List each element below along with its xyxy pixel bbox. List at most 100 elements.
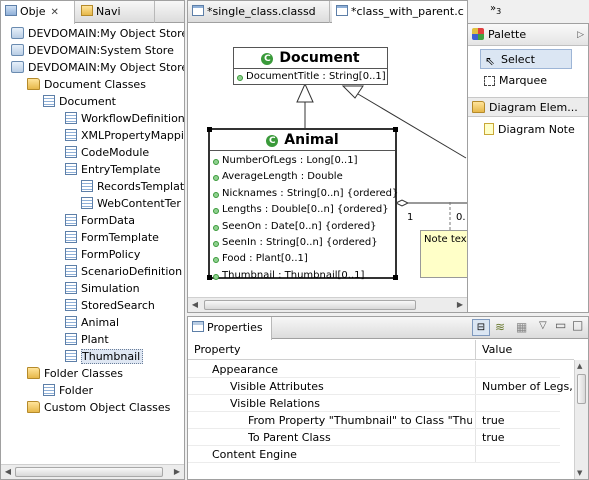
selection-handle[interactable] [393,275,398,280]
class-icon [65,129,77,141]
property-row[interactable]: To Parent Class true [188,429,574,446]
scroll-left-icon[interactable]: ◀ [190,300,200,310]
tree-item-label: CodeModule [81,146,150,159]
uml-class-document[interactable]: C Document DocumentTitle : String[0..1] [233,47,388,85]
tree-item[interactable]: Custom Object Classes [27,399,170,416]
tree-item[interactable]: Simulation [65,280,140,297]
column-divider[interactable] [475,340,476,360]
property-row[interactable]: Visible Attributes Number of Legs, A [188,378,574,395]
property-row[interactable]: From Property "Thumbnail" to Class "Thum… [188,412,574,429]
class-attribute[interactable]: Nicknames : String[0..n] {ordered} [210,186,398,202]
tab-single-class[interactable]: *single_class.classd [188,1,330,23]
minimize-icon[interactable]: ▭ [555,318,566,332]
editor-tabbar: *single_class.classd *class_with_parent.… [188,1,467,24]
selection-handle[interactable] [393,127,398,132]
class-attribute[interactable]: Lengths : Double[0..n] {ordered} [210,202,395,218]
tree-item[interactable]: WebContentTer [81,195,181,212]
property-value: Number of Legs, A [482,380,574,393]
scroll-down-icon[interactable]: ▼ [577,469,582,477]
left-tabbar: Obje ✕ Navi [1,1,184,24]
tab-class-with-parent[interactable]: *class_with_parent.c [332,1,467,24]
tree-item[interactable]: Thumbnail [65,348,144,365]
class-icon [65,231,77,243]
class-attribute[interactable]: Food : Plant[0..1] [210,251,395,267]
tree-item[interactable]: Animal [65,314,119,331]
tree-item[interactable]: DEVDOMAIN:My Object Store [11,59,184,76]
maximize-icon[interactable]: □ [572,318,583,332]
palette-drawer-header[interactable]: Diagram Elem... [468,97,588,117]
filter-icon[interactable]: ≋ [495,320,505,334]
property-row[interactable]: Content Engine [188,446,574,463]
tree-item-label: WorkflowDefinition [81,112,185,125]
class-header: C Document [234,48,387,69]
tree-item[interactable]: ScenarioDefinition [65,263,182,280]
tab-object-stores[interactable]: Obje ✕ [1,1,75,24]
class-attribute[interactable]: SeenIn : String[0..n] {ordered} [210,235,395,251]
property-name: Appearance [212,363,279,376]
tab-navigator[interactable]: Navi [77,1,155,23]
tree-horizontal-scrollbar[interactable]: ◀ ▶ [1,464,184,479]
class-attribute[interactable]: Thumbnail : Thumbnail[0..1] [210,268,395,284]
tree-item[interactable]: Folder Classes [27,365,123,382]
tree-item[interactable]: DEVDOMAIN:My Object Store [11,25,184,42]
tab-object-stores-label: Obje [20,5,46,18]
selection-handle[interactable] [207,275,212,280]
class-attribute[interactable]: AverageLength : Double [210,169,395,185]
multiplicity-label: 1 [407,212,414,223]
tree-item[interactable]: WorkflowDefinition [65,110,185,127]
close-icon[interactable]: ✕ [50,7,58,18]
tree-item[interactable]: EntryTemplate [65,161,160,178]
class-attribute[interactable]: DocumentTitle : String[0..1] [234,69,387,85]
column-header-value[interactable]: Value [482,343,512,356]
categories-toggle-icon[interactable]: ⊟ [472,319,490,336]
palette-header[interactable]: Palette ▷ [468,24,588,46]
row-divider [188,462,560,463]
scroll-right-icon[interactable]: ▶ [172,467,182,477]
diagram-note[interactable]: Note tex [420,230,467,278]
overflow-count: 3 [496,7,502,16]
tree-item[interactable]: FormData [65,212,135,229]
diagram-canvas[interactable]: C Document DocumentTitle : String[0..1] C… [188,24,467,297]
tree-item[interactable]: FormTemplate [65,229,159,246]
scroll-up-icon[interactable]: ▲ [577,362,582,370]
tab-overflow[interactable]: »3 [490,3,501,16]
tree-item[interactable]: Folder [43,382,93,399]
palette-tools: ⇖ Select Marquee [468,49,588,93]
tree-item[interactable]: FormPolicy [65,246,140,263]
property-row[interactable]: Appearance [188,361,574,378]
class-name: Animal [284,132,339,148]
tree-item[interactable]: RecordsTemplat [81,178,184,195]
tree-item[interactable]: XMLPropertyMappi [65,127,184,144]
selection-handle[interactable] [207,127,212,132]
palette-tool-marquee[interactable]: Marquee [468,71,588,91]
view-menu-icon[interactable]: ▽ [539,320,547,331]
folder-icon [472,101,485,113]
palette-tool-select[interactable]: ⇖ Select [480,49,572,69]
tree-item[interactable]: Document [43,93,116,110]
tree-item[interactable]: CodeModule [65,144,149,161]
tree-item[interactable]: Document Classes [27,76,146,93]
properties-vertical-scrollbar[interactable]: ▲ ▼ [574,360,588,479]
property-row[interactable]: Visible Relations [188,395,574,412]
class-attribute[interactable]: NumberOfLegs : Long[0..1] [210,153,395,169]
scrollbar-thumb[interactable] [577,374,586,404]
tree-item[interactable]: StoredSearch [65,297,155,314]
scroll-left-icon[interactable]: ◀ [3,467,13,477]
object-store-tree: DEVDOMAIN:My Object Store DEVDOMAIN:Syste… [1,24,184,464]
tree-item[interactable]: Plant [65,331,109,348]
tree-item[interactable]: DEVDOMAIN:System Store [11,42,174,59]
editor-horizontal-scrollbar[interactable]: ◀ ▶ [188,297,467,312]
scrollbar-thumb[interactable] [15,467,163,477]
tab-properties-label: Properties [207,321,263,334]
uml-class-animal[interactable]: C Animal NumberOfLegs : Long[0..1] Average… [207,127,398,281]
scroll-right-icon[interactable]: ▶ [455,300,465,310]
scrollbar-thumb[interactable] [204,300,416,310]
palette-item-diagram-note[interactable]: Diagram Note [468,120,588,140]
collapse-palette-icon[interactable]: ▷ [577,24,584,46]
column-header-property[interactable]: Property [194,343,241,356]
class-icon [65,316,77,328]
restore-default-icon[interactable]: ▦ [516,320,527,334]
folder-icon [27,401,40,413]
tab-properties[interactable]: Properties [188,317,272,340]
class-attribute[interactable]: SeenOn : Date[0..n] {ordered} [210,219,395,235]
